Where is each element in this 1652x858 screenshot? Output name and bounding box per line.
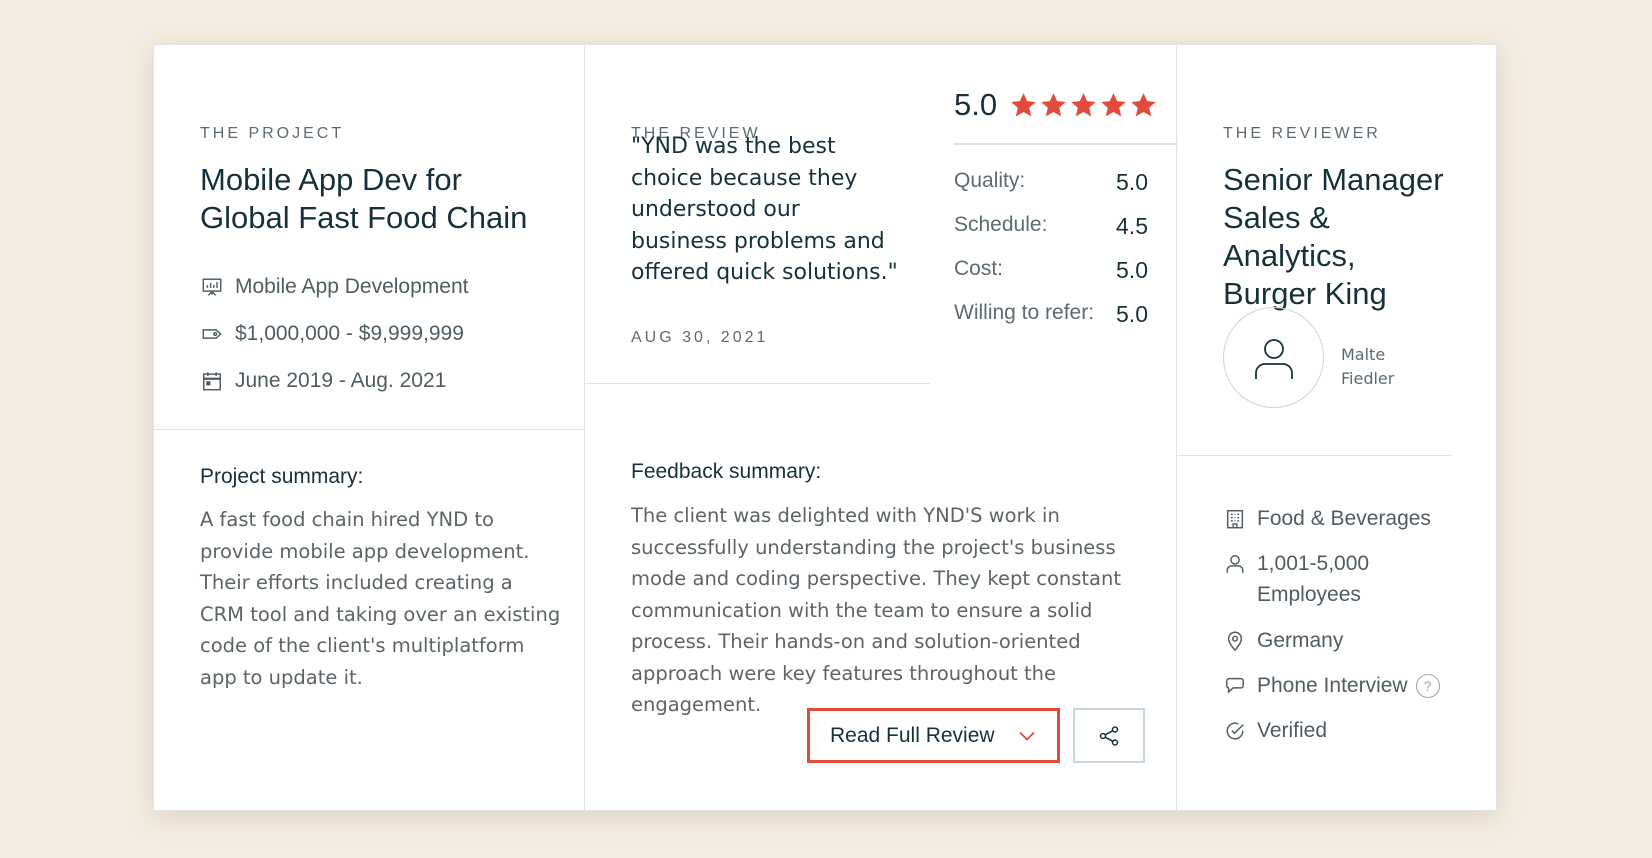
reviewer-verified: Verified [1223, 715, 1327, 746]
rating-cost: Cost: 5.0 [954, 257, 1148, 284]
project-summary-title: Project summary: [200, 465, 364, 488]
rating-quality: Quality: 5.0 [954, 169, 1148, 196]
presentation-icon [200, 275, 224, 299]
reviewer-title: Senior Manager Sales & Analytics, Burger… [1223, 161, 1493, 313]
score-divider [954, 143, 1178, 145]
reviewer-company-size: 1,001-5,000 Employees [1223, 548, 1369, 610]
price-tag-icon [200, 322, 224, 346]
rating-value: 5.0 [1116, 257, 1148, 283]
rating-schedule: Schedule: 4.5 [954, 213, 1148, 240]
feedback-summary-text: The client was delighted with YND'S work… [631, 500, 1161, 721]
avatar [1223, 307, 1324, 408]
star-icon [1131, 93, 1156, 117]
company-size-line: 1,001-5,000 [1257, 552, 1370, 575]
project-title-line: Mobile App Dev for [200, 162, 462, 197]
feedback-line: process. Their hands-on and solution-ori… [631, 630, 1081, 653]
rating-label: Willing to refer: [954, 301, 1095, 324]
location-pin-icon [1223, 625, 1247, 656]
reviewer-title-line: Analytics, [1223, 238, 1356, 273]
summary-line: A fast food chain hired YND to [200, 508, 494, 531]
summary-line: app to update it. [200, 665, 363, 689]
reviewer-first-name: Malte [1341, 345, 1386, 364]
star-rating [1009, 91, 1159, 119]
project-title: Mobile App Dev for Global Fast Food Chai… [200, 161, 570, 237]
reviewer-title-line: Sales & [1223, 200, 1330, 235]
chevron-down-icon [1019, 731, 1035, 741]
reviewer-location: Germany [1223, 625, 1343, 656]
project-eyebrow: THE PROJECT [200, 125, 345, 142]
rating-willing-to-refer: Willing to refer: 5.0 [954, 301, 1148, 328]
read-full-review-button[interactable]: Read Full Review [807, 708, 1060, 763]
project-budget: $1,000,000 - $9,999,999 [200, 322, 464, 346]
service-label: Mobile App Development [235, 275, 469, 298]
interview-label: Phone Interview [1257, 674, 1408, 697]
quote-line: business problems and [631, 228, 885, 254]
user-avatar-icon [1254, 338, 1293, 379]
company-size-label: 1,001-5,000 Employees [1257, 548, 1369, 610]
feedback-line: successfully understanding the project's… [631, 535, 1116, 559]
help-circle-icon[interactable]: ? [1415, 674, 1440, 698]
feedback-line: approach were key features throughout th… [631, 661, 1057, 685]
reviewer-name: Malte Fiedler [1341, 343, 1421, 391]
share-icon [1099, 725, 1119, 746]
feedback-summary-title: Feedback summary: [631, 460, 822, 483]
quote-line: offered quick solutions." [631, 260, 898, 285]
budget-label: $1,000,000 - $9,999,999 [235, 322, 464, 345]
verified-label: Verified [1257, 719, 1328, 742]
review-card: THE PROJECT Mobile App Dev for Global Fa… [153, 44, 1497, 811]
feedback-line: mode and coding perspective. They kept c… [631, 567, 1122, 590]
reviewer-interview-type: Phone Interview ? [1223, 670, 1440, 701]
quote-line: understood our [631, 197, 800, 222]
project-dates: June 2019 - Aug. 2021 [200, 369, 446, 393]
star-icon [1011, 93, 1036, 117]
reviewer-last-name: Fiedler [1341, 369, 1395, 388]
rating-label: Schedule: [954, 213, 1048, 236]
rating-value: 5.0 [1116, 169, 1148, 195]
project-summary-text: A fast food chain hired YND to provide m… [200, 504, 575, 693]
feedback-line: communication with the team to ensure a … [631, 598, 1093, 622]
calendar-icon [200, 369, 224, 393]
review-date: AUG 30, 2021 [631, 329, 769, 346]
project-divider [154, 429, 584, 430]
star-icon [1101, 93, 1126, 117]
star-icon [1071, 93, 1096, 117]
share-button[interactable] [1073, 708, 1145, 763]
summary-line: code of the client's multiplatform [200, 634, 525, 657]
star-icon [1041, 93, 1066, 117]
reviewer-industry: Food & Beverages [1223, 503, 1431, 534]
review-divider [585, 383, 930, 384]
overall-rating: 5.0 [954, 87, 1159, 123]
rating-label: Quality: [954, 169, 1026, 192]
overall-score: 5.0 [954, 87, 998, 122]
review-quote: "YND was the best choice because they un… [631, 131, 921, 289]
rating-value: 5.0 [1116, 301, 1148, 327]
review-column: THE REVIEW "YND was the best choice beca… [584, 45, 1178, 810]
summary-line: Their efforts included creating a [200, 571, 513, 594]
reviewer-eyebrow: THE REVIEWER [1223, 125, 1381, 142]
check-circle-icon [1223, 715, 1247, 746]
reviewer-title-line: Senior Manager [1223, 162, 1444, 197]
rating-label: Cost: [954, 257, 1004, 280]
reviewer-divider [1177, 455, 1452, 456]
company-size-line: Employees [1257, 583, 1361, 606]
read-full-review-label: Read Full Review [830, 723, 995, 747]
summary-line: provide mobile app development. [200, 539, 530, 563]
industry-label: Food & Beverages [1257, 507, 1431, 530]
summary-line: CRM tool and taking over an existing [200, 602, 561, 626]
rating-value: 4.5 [1116, 213, 1148, 239]
project-service: Mobile App Development [200, 275, 468, 299]
project-column: THE PROJECT Mobile App Dev for Global Fa… [154, 45, 584, 810]
quote-line: choice because they [631, 165, 858, 191]
feedback-line: The client was delighted with YND'S work… [631, 504, 1060, 527]
project-title-line: Global Fast Food Chain [200, 200, 528, 235]
location-label: Germany [1257, 629, 1344, 652]
quote-line: "YND was the best [631, 134, 836, 159]
building-icon [1223, 503, 1247, 534]
reviewer-column: THE REVIEWER Senior Manager Sales & Anal… [1177, 45, 1498, 810]
dates-label: June 2019 - Aug. 2021 [235, 369, 447, 392]
person-icon [1223, 548, 1247, 579]
chat-bubble-icon [1223, 670, 1247, 701]
